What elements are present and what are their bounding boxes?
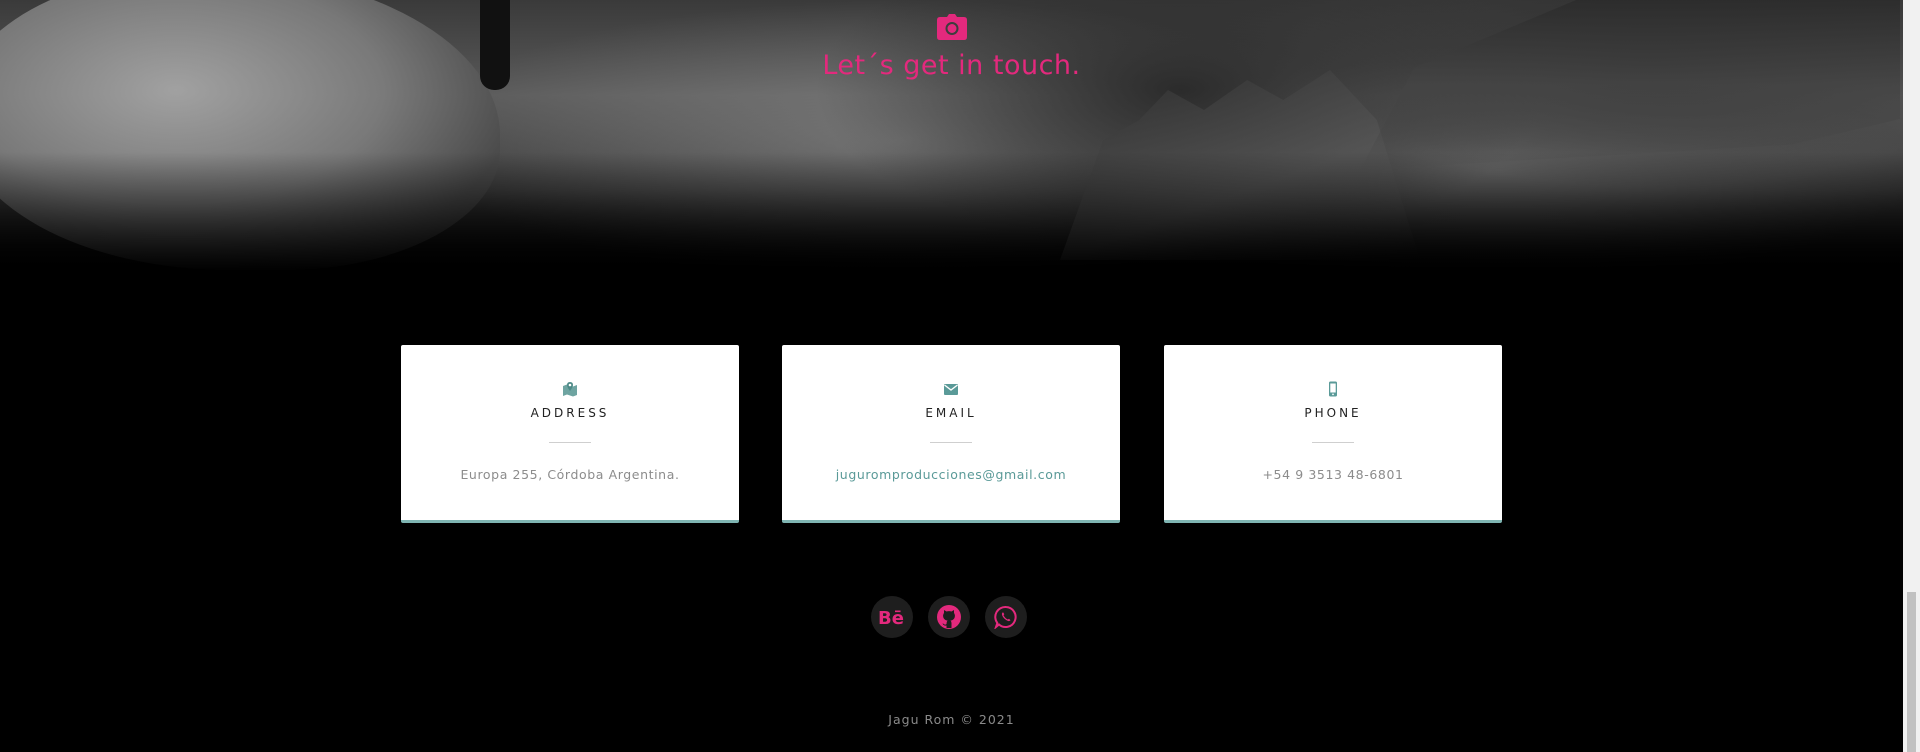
page: Let´s get in touch. ADDRESS Europa 255, … — [0, 0, 1903, 752]
address-card: ADDRESS Europa 255, Córdoba Argentina. — [401, 345, 739, 523]
email-link[interactable]: juguromproducciones@gmail.com — [782, 467, 1120, 482]
envelope-icon — [944, 384, 958, 395]
behance-link[interactable]: Bē — [871, 596, 913, 638]
section-title: Let´s get in touch. — [822, 50, 1081, 81]
phone-value: +54 9 3513 48-6801 — [1262, 467, 1404, 482]
camera-icon — [937, 14, 967, 40]
address-title: ADDRESS — [530, 406, 610, 420]
card-divider — [930, 442, 972, 443]
email-card: EMAIL juguromproducciones@gmail.com — [782, 345, 1120, 523]
behance-icon: Bē — [878, 608, 904, 627]
mobile-phone-icon — [1329, 381, 1337, 397]
mountain-ridge — [1360, 0, 1900, 170]
phone-title: PHONE — [1304, 406, 1362, 420]
github-link[interactable] — [928, 596, 970, 638]
social-links: Bē — [871, 596, 1031, 638]
email-title: EMAIL — [925, 406, 977, 420]
footer-copyright: Jagu Rom © 2021 — [888, 712, 1015, 727]
github-icon — [937, 605, 961, 629]
phone-card: PHONE +54 9 3513 48-6801 — [1164, 345, 1502, 523]
hero-fade — [0, 152, 1903, 272]
whatsapp-link[interactable] — [985, 596, 1027, 638]
whatsapp-icon — [994, 605, 1017, 629]
hero-background-image — [0, 0, 1903, 272]
card-divider — [1312, 442, 1354, 443]
address-value: Europa 255, Córdoba Argentina. — [460, 467, 680, 482]
card-divider — [549, 442, 591, 443]
scrollbar-thumb[interactable] — [1907, 592, 1916, 752]
contact-cards: ADDRESS Europa 255, Córdoba Argentina. E… — [401, 345, 1502, 523]
svg-text:Bē: Bē — [878, 608, 904, 627]
page-scrollbar[interactable] — [1903, 0, 1920, 752]
map-marker-icon — [563, 382, 577, 397]
